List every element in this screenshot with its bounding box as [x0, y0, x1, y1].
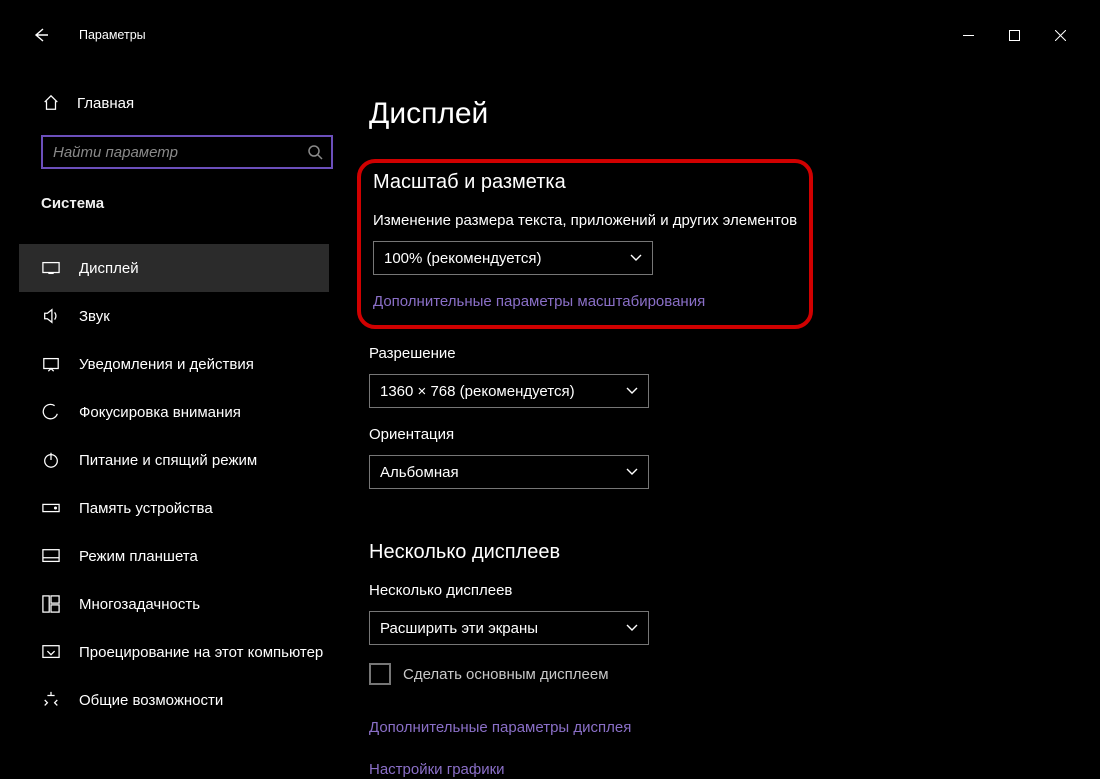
tablet-icon: [41, 546, 61, 566]
sidebar-item-storage[interactable]: Память устройства: [41, 484, 329, 532]
sidebar-nav: Дисплей Звук Уведомления и действия: [41, 244, 329, 724]
back-button[interactable]: [25, 19, 57, 51]
window-title: Параметры: [79, 28, 146, 42]
sidebar-item-notifications[interactable]: Уведомления и действия: [41, 340, 329, 388]
notifications-icon: [41, 354, 61, 374]
resolution-dropdown-value: 1360 × 768 (рекомендуется): [380, 383, 575, 400]
chevron-down-icon: [626, 468, 638, 476]
sidebar-item-label: Питание и спящий режим: [79, 452, 257, 469]
display-advanced-link[interactable]: Дополнительные параметры дисплея: [369, 719, 631, 736]
orientation-dropdown[interactable]: Альбомная: [369, 455, 649, 489]
sidebar-item-focus[interactable]: Фокусировка внимания: [41, 388, 329, 436]
minimize-icon: [963, 30, 974, 41]
power-icon: [41, 450, 61, 470]
scale-label: Изменение размера текста, приложений и д…: [373, 212, 809, 229]
sidebar-home[interactable]: Главная: [41, 89, 329, 117]
multi-label: Несколько дисплеев: [369, 582, 1083, 599]
sidebar-home-label: Главная: [77, 95, 134, 112]
main-content: Дисплей Масштаб и разметка Изменение раз…: [339, 51, 1083, 739]
sidebar-item-label: Режим планшета: [79, 548, 198, 565]
display-icon: [41, 258, 61, 278]
sound-icon: [41, 306, 61, 326]
make-main-label: Сделать основным дисплеем: [403, 666, 609, 683]
sidebar: Главная Система Дисплей: [19, 51, 339, 739]
sidebar-item-power[interactable]: Питание и спящий режим: [41, 436, 329, 484]
multi-dropdown-value: Расширить эти экраны: [380, 620, 538, 637]
sidebar-item-tablet[interactable]: Режим планшета: [41, 532, 329, 580]
maximize-icon: [1009, 30, 1020, 41]
resolution-label: Разрешение: [369, 345, 1083, 362]
make-main-checkbox-row[interactable]: Сделать основным дисплеем: [369, 663, 1083, 685]
multi-section-title: Несколько дисплеев: [369, 541, 1083, 564]
close-icon: [1055, 30, 1066, 41]
scale-dropdown[interactable]: 100% (рекомендуется): [373, 241, 653, 275]
sidebar-item-projecting[interactable]: Проецирование на этот компьютер: [41, 628, 329, 676]
sidebar-item-multitasking[interactable]: Многозадачность: [41, 580, 329, 628]
window-controls: [945, 19, 1083, 51]
scale-dropdown-value: 100% (рекомендуется): [384, 250, 541, 267]
sidebar-item-label: Фокусировка внимания: [79, 404, 241, 421]
sidebar-item-label: Звук: [79, 308, 110, 325]
chevron-down-icon: [626, 387, 638, 395]
sidebar-item-shared[interactable]: Общие возможности: [41, 676, 329, 724]
search-icon: [307, 144, 323, 160]
storage-icon: [41, 498, 61, 518]
sidebar-item-display[interactable]: Дисплей: [19, 244, 329, 292]
page-title: Дисплей: [369, 97, 1083, 131]
maximize-button[interactable]: [991, 19, 1037, 51]
make-main-checkbox[interactable]: [369, 663, 391, 685]
orientation-dropdown-value: Альбомная: [380, 464, 459, 481]
sidebar-item-label: Дисплей: [79, 260, 139, 277]
sidebar-item-label: Общие возможности: [79, 692, 223, 709]
focus-icon: [41, 402, 61, 422]
shared-icon: [41, 690, 61, 710]
scale-section-title: Масштаб и разметка: [373, 171, 809, 194]
graphics-settings-link[interactable]: Настройки графики: [369, 761, 505, 778]
orientation-label: Ориентация: [369, 426, 1083, 443]
resolution-dropdown[interactable]: 1360 × 768 (рекомендуется): [369, 374, 649, 408]
multi-dropdown[interactable]: Расширить эти экраны: [369, 611, 649, 645]
sidebar-item-sound[interactable]: Звук: [41, 292, 329, 340]
search-field[interactable]: [41, 135, 333, 169]
chevron-down-icon: [630, 254, 642, 262]
search-input[interactable]: [53, 144, 301, 161]
titlebar: Параметры: [19, 19, 1083, 51]
sidebar-item-label: Проецирование на этот компьютер: [79, 644, 323, 661]
projecting-icon: [41, 642, 61, 662]
sidebar-item-label: Уведомления и действия: [79, 356, 254, 373]
sidebar-item-label: Многозадачность: [79, 596, 200, 613]
home-icon: [41, 93, 61, 113]
multitasking-icon: [41, 594, 61, 614]
close-button[interactable]: [1037, 19, 1083, 51]
scale-advanced-link[interactable]: Дополнительные параметры масштабирования: [373, 293, 705, 310]
sidebar-item-label: Память устройства: [79, 500, 213, 517]
sidebar-category: Система: [41, 195, 329, 212]
chevron-down-icon: [626, 624, 638, 632]
scale-highlight: Масштаб и разметка Изменение размера тек…: [357, 159, 813, 329]
minimize-button[interactable]: [945, 19, 991, 51]
arrow-left-icon: [33, 27, 49, 43]
